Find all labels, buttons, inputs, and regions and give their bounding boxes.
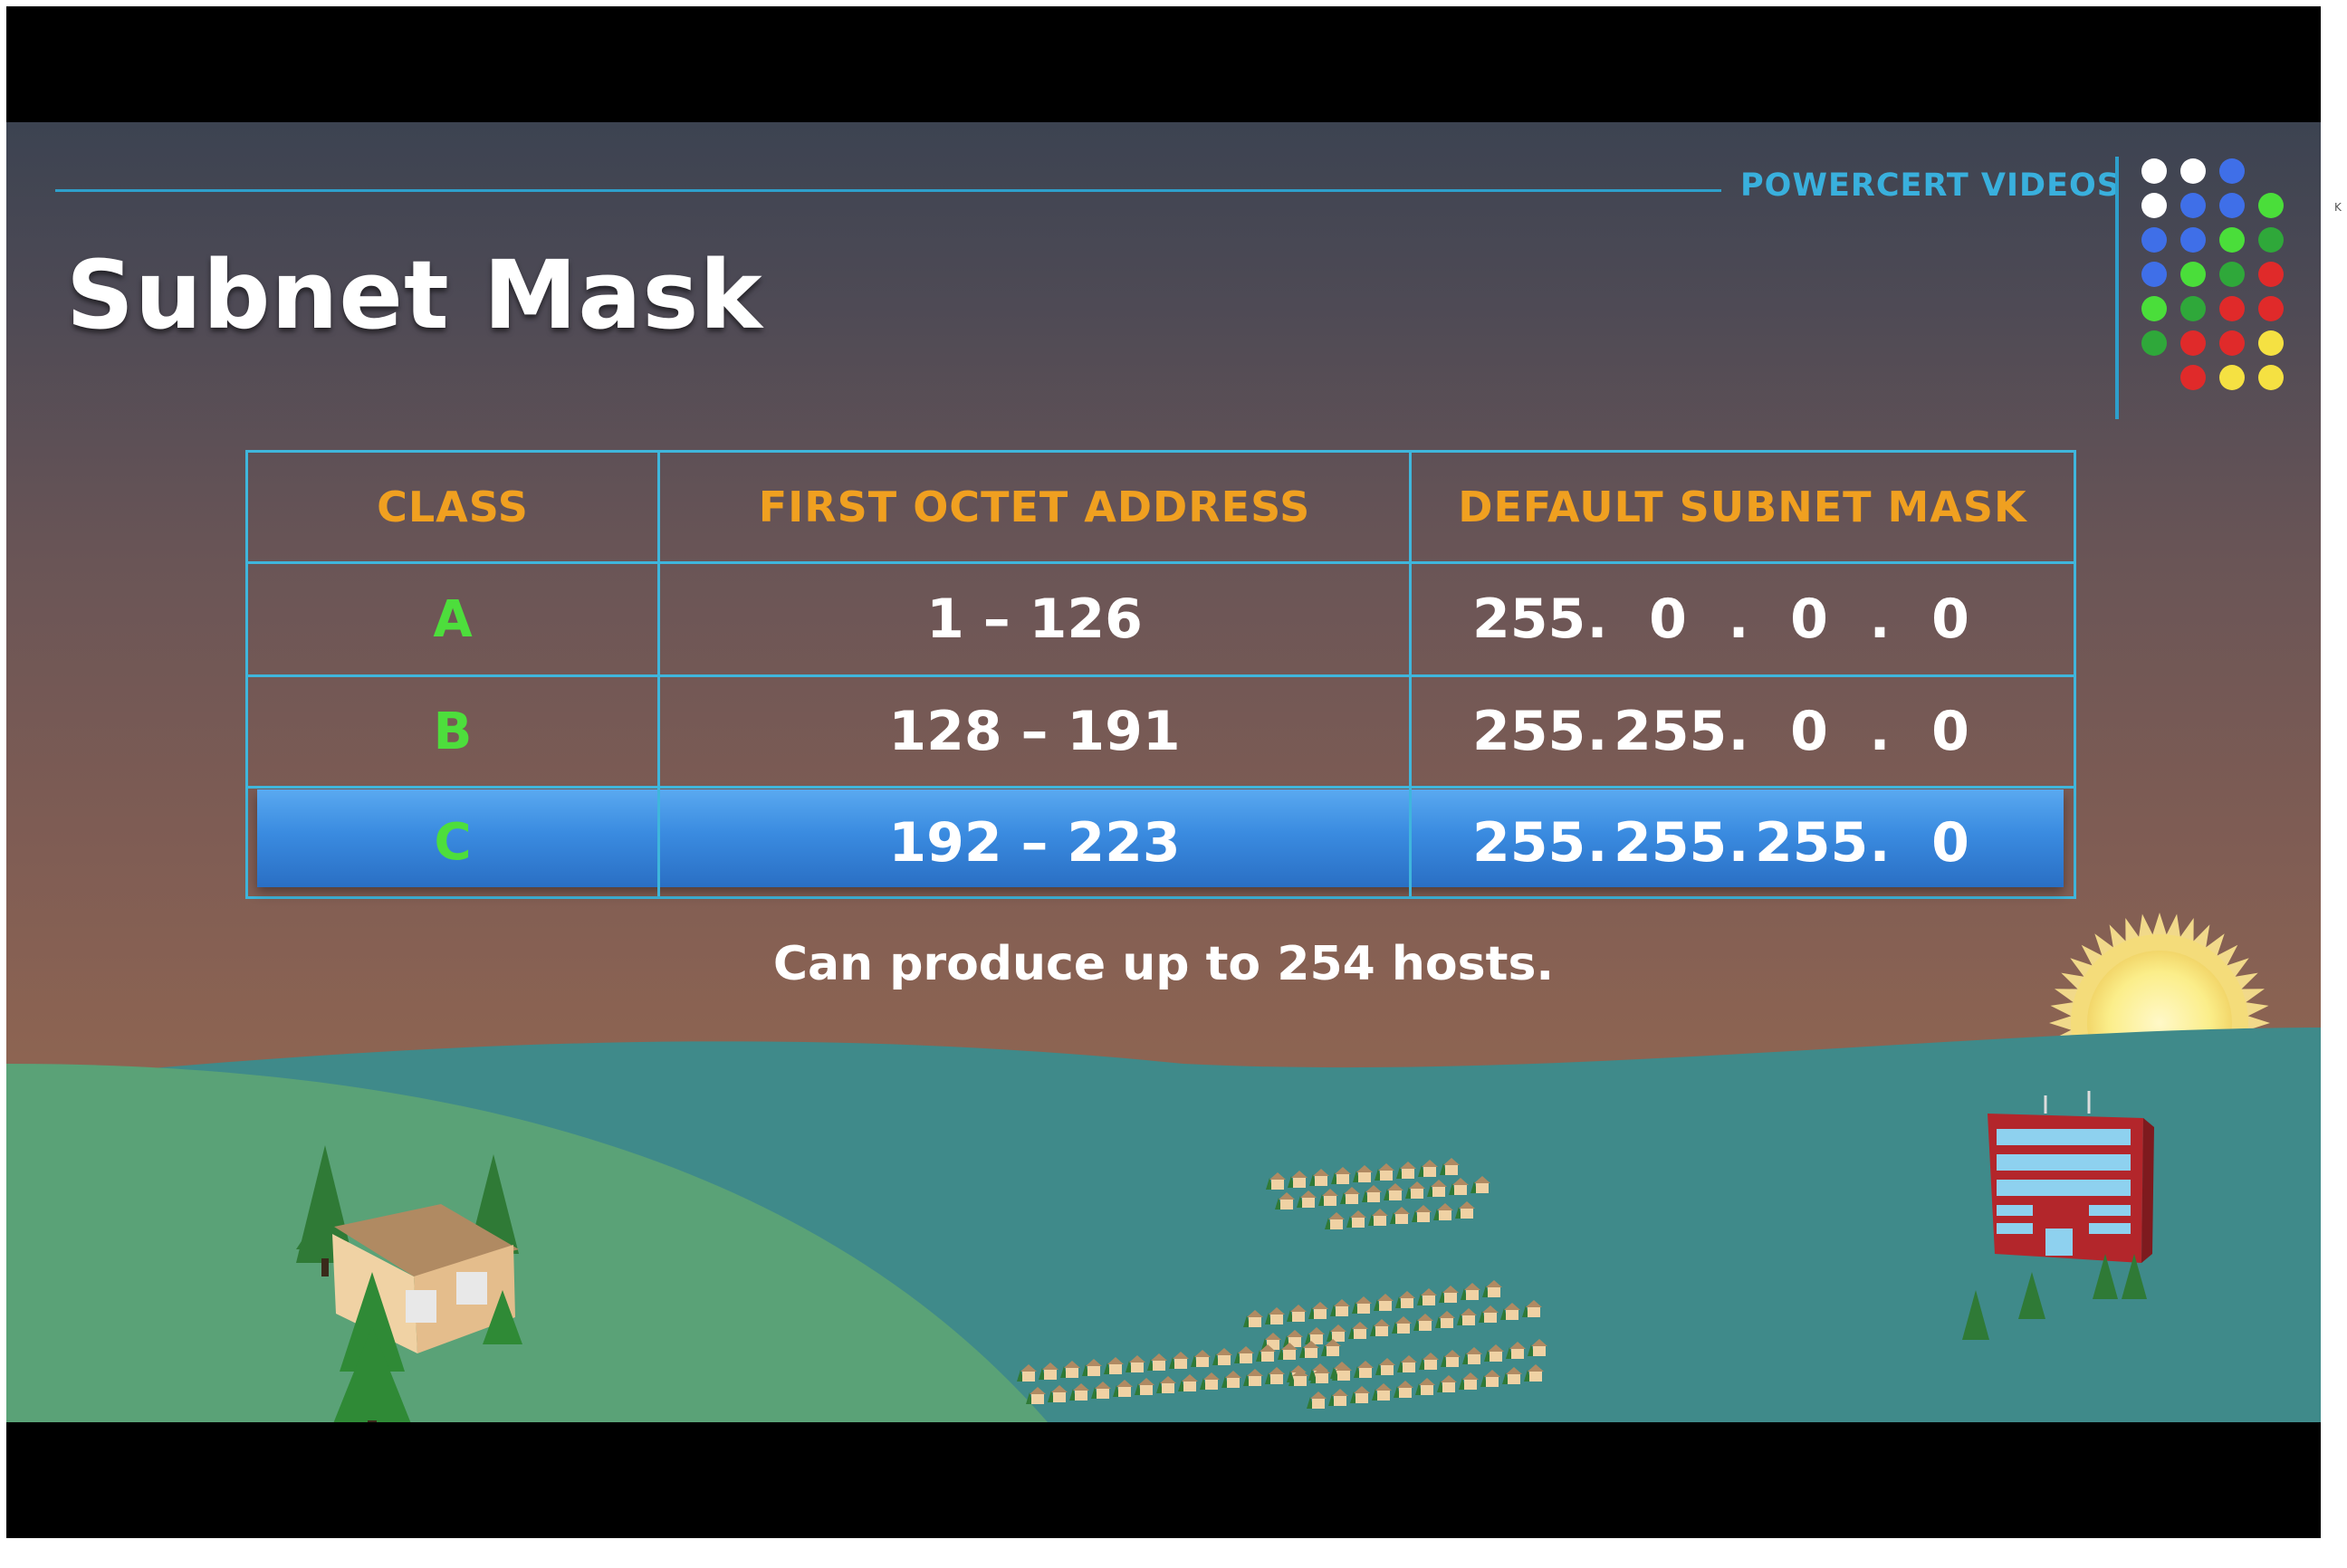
- mask-separator: .: [1869, 810, 1891, 875]
- logo-dot: [2219, 296, 2245, 321]
- logo-dot: [2219, 227, 2245, 253]
- logo-dot: [2219, 158, 2245, 184]
- mask-octet: 0: [1790, 700, 1828, 763]
- header-default-subnet-mask: DEFAULT SUBNET MASK: [1458, 483, 2027, 531]
- subnet-mask-value: 255 . 255 . 0 . 0: [1472, 677, 2005, 786]
- mask-separator: .: [1728, 700, 1749, 763]
- slide: POWERCERT VIDEOS Subnet Mask CLASS FIRST…: [6, 122, 2321, 1422]
- logo-dot: [2258, 365, 2284, 390]
- mask-separator: .: [1728, 588, 1749, 651]
- logo-dot: [2141, 262, 2167, 287]
- mask-octet: 0: [1931, 810, 1969, 875]
- logo-dot: [2258, 296, 2284, 321]
- mask-separator: .: [1728, 810, 1749, 875]
- mask-octet: 255: [1472, 700, 1586, 763]
- mask-octet: 255: [1472, 588, 1586, 651]
- powercert-logo: [2141, 158, 2304, 412]
- mask-octet: 0: [1931, 588, 1969, 651]
- mask-separator: .: [1586, 588, 1608, 651]
- class-cell-highlighted: C: [434, 813, 472, 872]
- mask-octet: 0: [1790, 588, 1828, 651]
- subnet-mask-value-highlighted: 255 . 255 . 255 . 0: [1472, 789, 2005, 896]
- logo-dot: [2180, 365, 2206, 390]
- logo-dot: [2141, 296, 2167, 321]
- first-octet-range: 128 – 191: [888, 700, 1181, 763]
- header-first-octet-address: FIRST OCTET ADDRESS: [758, 483, 1311, 531]
- logo-dot: [2141, 227, 2167, 253]
- logo-dot: [2141, 193, 2167, 218]
- logo-dot: [2258, 262, 2284, 287]
- logo-dot: [2180, 158, 2206, 184]
- hosts-caption: Can produce up to 254 hosts.: [772, 937, 1555, 991]
- mask-octet: 255: [1614, 700, 1728, 763]
- logo-dot: [2219, 330, 2245, 356]
- class-cell: A: [433, 589, 473, 649]
- logo-dot: [2180, 227, 2206, 253]
- header-class: CLASS: [377, 483, 529, 531]
- logo-dot: [2141, 158, 2167, 184]
- logo-dot: [2141, 330, 2167, 356]
- logo-dot: [2219, 365, 2245, 390]
- mask-separator: .: [1586, 810, 1608, 875]
- logo-dot: [2258, 330, 2284, 356]
- mask-separator: .: [1869, 588, 1891, 651]
- side-mark: K: [2334, 201, 2342, 214]
- mask-octet: 0: [1931, 700, 1969, 763]
- mask-octet: 255: [1614, 810, 1728, 875]
- mask-separator: .: [1869, 700, 1891, 763]
- logo-dot: [2219, 193, 2245, 218]
- video-player[interactable]: POWERCERT VIDEOS Subnet Mask CLASS FIRST…: [6, 6, 2321, 1538]
- logo-dot: [2180, 330, 2206, 356]
- mask-octet: 255: [1755, 810, 1869, 875]
- mask-octet: 255: [1472, 810, 1586, 875]
- subnet-class-table: CLASS FIRST OCTET ADDRESS DEFAULT SUBNET…: [245, 450, 2076, 899]
- mask-separator: .: [1586, 700, 1608, 763]
- subnet-mask-value: 255 . 0 . 0 . 0: [1472, 564, 2005, 674]
- logo-dot: [2219, 262, 2245, 287]
- logo-dot: [2258, 227, 2284, 253]
- first-octet-range: 1 – 126: [926, 588, 1143, 651]
- brand-divider: [2115, 157, 2119, 419]
- first-octet-range-highlighted: 192 – 223: [888, 810, 1181, 875]
- brand-line: [55, 189, 1721, 192]
- logo-dot: [2180, 262, 2206, 287]
- class-cell: B: [433, 702, 473, 761]
- logo-dot: [2180, 193, 2206, 218]
- mask-octet: 0: [1649, 588, 1687, 651]
- logo-dot: [2180, 296, 2206, 321]
- page-title: Subnet Mask: [66, 240, 763, 350]
- brand-name: POWERCERT VIDEOS: [1740, 167, 2121, 204]
- logo-dot: [2258, 193, 2284, 218]
